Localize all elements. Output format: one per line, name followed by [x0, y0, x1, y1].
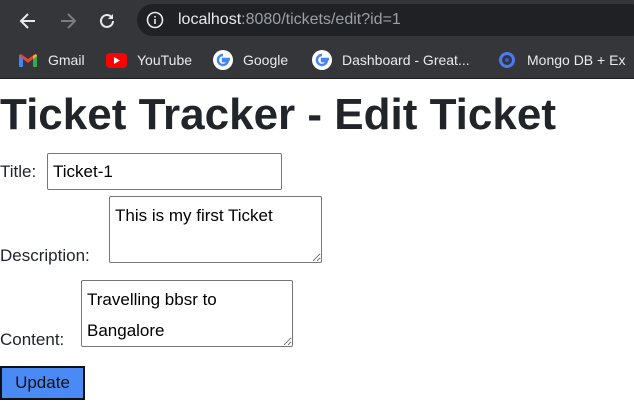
page-title: Ticket Tracker - Edit Ticket — [0, 90, 556, 139]
gmail-icon — [19, 54, 37, 67]
google-icon — [312, 50, 332, 70]
update-button[interactable]: Update — [0, 366, 85, 400]
title-label: Title: — [0, 162, 37, 181]
url-path: :8080/tickets/edit?id=1 — [241, 11, 401, 28]
bookmark-label: Gmail — [48, 52, 85, 68]
url-text[interactable]: localhost:8080/tickets/edit?id=1 — [178, 11, 401, 29]
forward-button[interactable] — [52, 5, 84, 37]
bookmark-label: Mongo DB + Ex — [527, 52, 626, 68]
content-label: Content: — [0, 330, 65, 349]
info-icon[interactable] — [146, 11, 164, 29]
bookmark-mongodb[interactable]: Mongo DB + Ex — [497, 49, 625, 71]
description-textarea[interactable]: This is my first Ticket — [109, 196, 322, 263]
youtube-icon — [106, 52, 127, 68]
description-label: Description: — [0, 246, 90, 265]
browser-toolbar: localhost:8080/tickets/edit?id=1 — [0, 0, 634, 42]
bookmarks-bar: Gmail YouTube Google Dashboard - Great..… — [0, 42, 634, 79]
title-input[interactable] — [47, 153, 282, 190]
content-textarea[interactable]: Travelling bbsr to Bangalore — [81, 280, 293, 347]
bookmark-youtube[interactable]: YouTube — [106, 49, 192, 71]
bookmark-label: YouTube — [137, 52, 193, 68]
bookmark-dashboard[interactable]: Dashboard - Great... — [312, 49, 470, 71]
google-icon — [213, 50, 233, 70]
reload-icon — [100, 13, 114, 28]
mongodb-icon — [499, 52, 515, 68]
bookmark-gmail[interactable]: Gmail — [18, 49, 85, 71]
address-bar[interactable]: localhost:8080/tickets/edit?id=1 — [137, 4, 634, 36]
bookmark-label: Dashboard - Great... — [342, 52, 470, 68]
back-arrow-icon — [19, 13, 35, 29]
reload-button[interactable] — [91, 5, 123, 37]
bookmark-google[interactable]: Google — [213, 49, 288, 71]
forward-arrow-icon — [61, 13, 77, 29]
url-host: localhost — [178, 11, 242, 28]
back-button[interactable] — [12, 5, 44, 37]
bookmark-label: Google — [243, 52, 289, 68]
